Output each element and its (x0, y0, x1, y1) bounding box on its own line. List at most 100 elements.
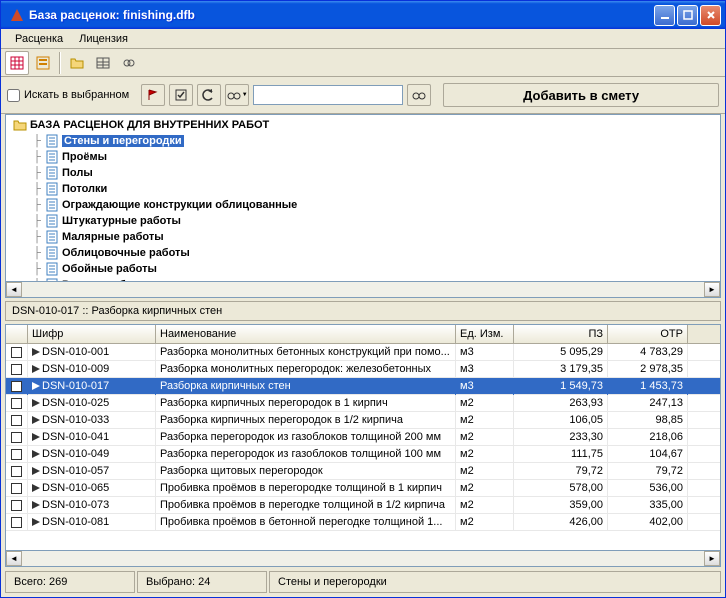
status-selected: Выбрано: 24 (137, 571, 267, 593)
tree-hscroll[interactable]: ◄► (5, 282, 721, 298)
row-name: Разборка монолитных перегородок: железоб… (156, 361, 456, 378)
row-indicator: DSN-010-057 (28, 463, 156, 480)
grid-body[interactable]: DSN-010-001 Разборка монолитных бетонных… (6, 344, 720, 550)
row-checkbox[interactable] (6, 497, 28, 514)
flag-button[interactable] (141, 84, 165, 106)
page-icon (45, 230, 59, 244)
binoculars-button[interactable] (407, 84, 431, 106)
tree-item[interactable]: ├Облицовочные работы (8, 245, 718, 261)
add-to-estimate-button[interactable]: Добавить в смету (443, 83, 719, 107)
row-unit: м2 (456, 480, 514, 497)
search-input[interactable] (253, 85, 403, 105)
col-pz[interactable]: ПЗ (514, 325, 608, 343)
row-otr: 79,72 (608, 463, 688, 480)
tree-item[interactable]: ├ Проёмы (8, 149, 718, 165)
table-row[interactable]: DSN-010-049 Разборка перегородок из газо… (6, 446, 720, 463)
row-checkbox[interactable] (6, 412, 28, 429)
page-icon (45, 262, 59, 276)
row-unit: м2 (456, 429, 514, 446)
tool-folder-icon[interactable] (65, 51, 89, 75)
row-pz: 1 549,73 (514, 378, 608, 395)
search-in-selection-checkbox[interactable] (7, 89, 20, 102)
row-otr: 2 978,35 (608, 361, 688, 378)
row-indicator: DSN-010-009 (28, 361, 156, 378)
row-otr: 247,13 (608, 395, 688, 412)
binoculars-dropdown-button[interactable]: ▼ (225, 84, 249, 106)
maximize-button[interactable] (677, 5, 698, 26)
row-checkbox[interactable] (6, 514, 28, 531)
row-checkbox[interactable] (6, 395, 28, 412)
tree-item[interactable]: ├Ограждающие конструкции облицованные (8, 197, 718, 213)
tool-table-icon[interactable] (91, 51, 115, 75)
page-icon (45, 246, 59, 260)
row-name: Разборка щитовых перегородок (156, 463, 456, 480)
app-icon (9, 7, 25, 23)
tool-link-icon[interactable] (117, 51, 141, 75)
folder-icon (13, 118, 27, 132)
col-code[interactable]: Шифр (28, 325, 156, 343)
statusbar: Всего: 269 Выбрано: 24 Стены и перегород… (5, 571, 721, 593)
tool-form-icon[interactable] (31, 51, 55, 75)
col-unit[interactable]: Ед. Изм. (456, 325, 514, 343)
col-checkbox[interactable] (6, 325, 28, 343)
table-row[interactable]: DSN-010-017 Разборка кирпичных стен м3 1… (6, 378, 720, 395)
close-button[interactable] (700, 5, 721, 26)
table-row[interactable]: DSN-010-001 Разборка монолитных бетонных… (6, 344, 720, 361)
row-indicator: DSN-010-017 (28, 378, 156, 395)
tree-root-item[interactable]: БАЗА РАСЦЕНОК ДЛЯ ВНУТРЕННИХ РАБОТ (8, 117, 718, 133)
undo-button[interactable] (197, 84, 221, 106)
table-row[interactable]: DSN-010-041 Разборка перегородок из газо… (6, 429, 720, 446)
table-row[interactable]: DSN-010-081 Пробивка проёмов в бетонной … (6, 514, 720, 531)
tree-branch-icon: ├ (32, 151, 42, 163)
minimize-button[interactable] (654, 5, 675, 26)
row-otr: 1 453,73 (608, 378, 688, 395)
row-checkbox[interactable] (6, 429, 28, 446)
tree-item-label: Штукатурные работы (62, 215, 181, 227)
col-name[interactable]: Наименование (156, 325, 456, 343)
tree-item[interactable]: ├Штукатурные работы (8, 213, 718, 229)
row-checkbox[interactable] (6, 344, 28, 361)
table-row[interactable]: DSN-010-073 Пробивка проёмов в перегодке… (6, 497, 720, 514)
table-row[interactable]: DSN-010-025 Разборка кирпичных перегород… (6, 395, 720, 412)
tool-grid-icon[interactable] (5, 51, 29, 75)
row-unit: м3 (456, 361, 514, 378)
row-indicator: DSN-010-049 (28, 446, 156, 463)
grid-header: Шифр Наименование Ед. Изм. ПЗ ОТР (6, 325, 720, 344)
row-checkbox[interactable] (6, 480, 28, 497)
tree-item[interactable]: ├Стены и перегородки (8, 133, 718, 149)
grid-hscroll[interactable]: ◄► (5, 551, 721, 567)
row-name: Разборка кирпичных стен (156, 378, 456, 395)
table-row[interactable]: DSN-010-065 Пробивка проёмов в перегород… (6, 480, 720, 497)
row-otr: 98,85 (608, 412, 688, 429)
row-checkbox[interactable] (6, 361, 28, 378)
row-pz: 233,30 (514, 429, 608, 446)
tree-item[interactable]: ├Обойные работы (8, 261, 718, 277)
check-button[interactable] (169, 84, 193, 106)
row-checkbox[interactable] (6, 463, 28, 480)
toolbar-separator (59, 52, 61, 74)
page-icon (45, 166, 59, 180)
tree-item[interactable]: ├Малярные работы (8, 229, 718, 245)
row-otr: 4 783,29 (608, 344, 688, 361)
tree-panel[interactable]: БАЗА РАСЦЕНОК ДЛЯ ВНУТРЕННИХ РАБОТ ├Стен… (5, 114, 721, 282)
tree-branch-icon: ├ (32, 135, 42, 147)
row-checkbox[interactable] (6, 378, 28, 395)
search-in-selection-label: Искать в выбранном (24, 89, 129, 101)
row-otr: 218,06 (608, 429, 688, 446)
tree-branch-icon: ├ (32, 183, 42, 195)
row-pz: 578,00 (514, 480, 608, 497)
row-unit: м2 (456, 497, 514, 514)
row-unit: м2 (456, 463, 514, 480)
tree-item[interactable]: ├Полы (8, 165, 718, 181)
col-otr[interactable]: ОТР (608, 325, 688, 343)
tree-item[interactable]: ├Потолки (8, 181, 718, 197)
row-pz: 426,00 (514, 514, 608, 531)
menu-rate[interactable]: Расценка (7, 31, 71, 47)
table-row[interactable]: DSN-010-009 Разборка монолитных перегоро… (6, 361, 720, 378)
menu-license[interactable]: Лицензия (71, 31, 136, 47)
table-row[interactable]: DSN-010-033 Разборка кирпичных перегород… (6, 412, 720, 429)
table-row[interactable]: DSN-010-057 Разборка щитовых перегородок… (6, 463, 720, 480)
tree-item-label: Проёмы (62, 151, 107, 163)
row-checkbox[interactable] (6, 446, 28, 463)
row-unit: м2 (456, 514, 514, 531)
